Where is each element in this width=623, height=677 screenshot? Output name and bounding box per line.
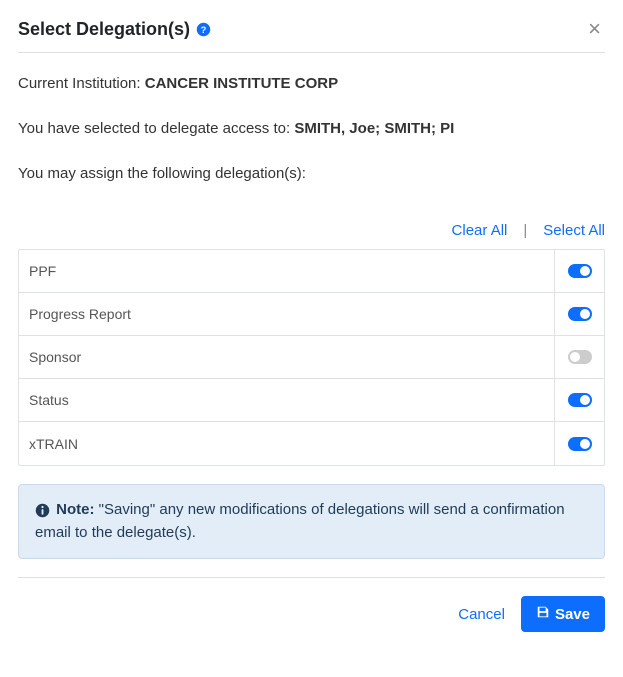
delegation-toggle-cell [554,250,604,292]
page-title: Select Delegation(s) ? [18,19,211,40]
info-icon [35,503,50,518]
separator: | [523,222,527,239]
help-icon[interactable]: ? [196,22,211,37]
table-row: PPF [19,250,604,293]
delegation-toggle-cell [554,293,604,335]
current-institution-value: CANCER INSTITUTE CORP [145,75,338,92]
close-icon[interactable]: × [584,18,605,40]
clear-all-button[interactable]: Clear All [452,222,508,239]
delegation-label: Progress Report [19,296,554,332]
delegation-label: PPF [19,253,554,289]
delegation-toggle-cell [554,336,604,378]
selected-delegate-label: You have selected to delegate access to: [18,120,290,137]
page-title-text: Select Delegation(s) [18,19,190,40]
delegation-toggle-cell [554,379,604,421]
save-disk-icon [536,605,550,623]
delegation-label: xTRAIN [19,426,554,462]
delegation-toggle[interactable] [568,307,592,321]
selected-delegate-value: SMITH, Joe; SMITH; PI [294,120,454,137]
select-all-button[interactable]: Select All [543,222,605,239]
delegation-label: Sponsor [19,339,554,375]
current-institution-line: Current Institution: CANCER INSTITUTE CO… [18,75,605,92]
divider [18,577,605,578]
note-box: Note: "Saving" any new modifications of … [18,484,605,559]
selected-delegate-line: You have selected to delegate access to:… [18,120,605,137]
table-row: Status [19,379,604,422]
note-label: Note: [56,501,94,518]
cancel-button[interactable]: Cancel [458,606,505,623]
instruction-text: You may assign the following delegation(… [18,165,605,182]
table-row: Sponsor [19,336,604,379]
table-row: xTRAIN [19,422,604,465]
delegation-toggle[interactable] [568,350,592,364]
save-button[interactable]: Save [521,596,605,632]
svg-text:?: ? [201,24,207,34]
save-button-label: Save [555,606,590,623]
delegation-toggle-cell [554,422,604,465]
table-row: Progress Report [19,293,604,336]
delegation-toggle[interactable] [568,437,592,451]
note-text: "Saving" any new modifications of delega… [35,501,565,541]
current-institution-label: Current Institution: [18,75,141,92]
delegation-table: PPF Progress Report Sponsor Status xTRAIN [18,249,605,466]
delegation-toggle[interactable] [568,393,592,407]
delegation-label: Status [19,382,554,418]
delegation-toggle[interactable] [568,264,592,278]
